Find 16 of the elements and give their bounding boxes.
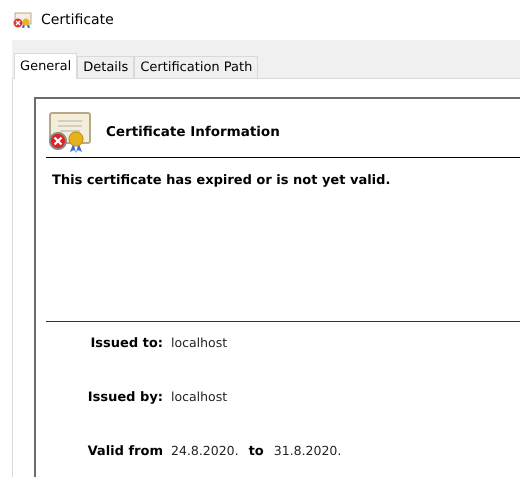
field-label: to [248,444,265,459]
field-label: Issued to: [89,336,163,351]
field-value: localhost [171,389,228,404]
tab[interactable]: Certification Path [134,56,258,78]
field-value: 31.8.2020. [274,443,342,458]
window-title: Certificate [41,12,114,28]
tab[interactable]: General [14,53,78,79]
section-heading: Certificate Information [106,124,280,140]
field-label: Issued by: [86,390,163,405]
status-message: This certificate has expired or is not yet valid. [52,173,392,188]
field-value: localhost [171,335,228,350]
certificate-error-icon [12,12,32,28]
field-value: 24.8.2020. [171,443,239,458]
field-label: Valid from [86,444,163,459]
certificate-error-icon [46,111,92,153]
tab[interactable]: Details [77,56,134,78]
